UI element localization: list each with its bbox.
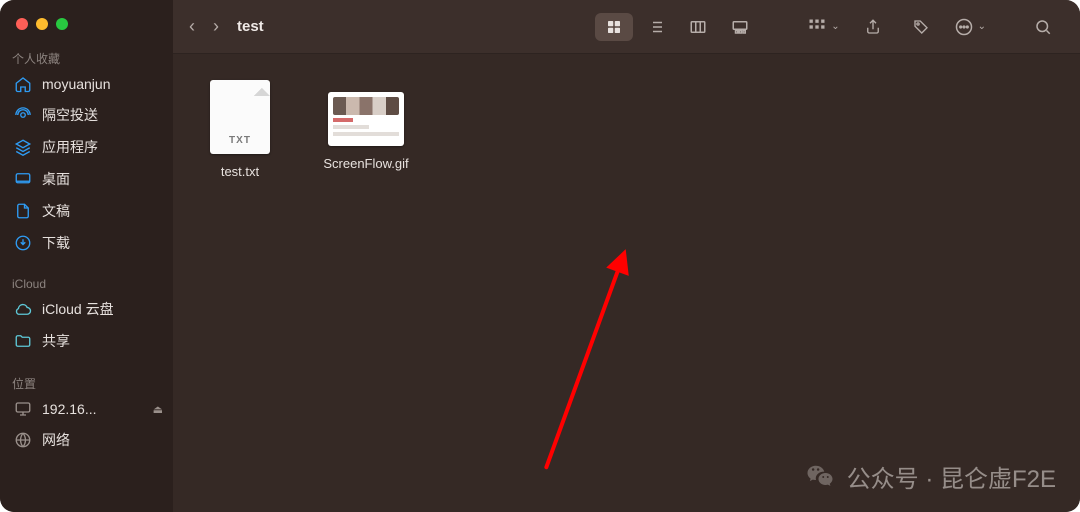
sidebar-item-label: 192.16... [42, 401, 97, 417]
sidebar-item-airdrop[interactable]: 隔空投送 [0, 99, 173, 131]
close-window-button[interactable] [16, 18, 28, 30]
view-gallery-button[interactable] [721, 13, 759, 41]
monitor-icon [14, 400, 32, 418]
file-type-badge: TXT [210, 135, 270, 146]
view-icon-button[interactable] [595, 13, 633, 41]
chevron-down-icon: ⌄ [978, 21, 986, 32]
tags-button[interactable] [902, 13, 940, 41]
view-column-button[interactable] [679, 13, 717, 41]
annotation-arrow [544, 252, 626, 469]
finder-window: 个人收藏 moyuanjun 隔空投送 应用程序 桌面 文稿 下载 iCloud [0, 0, 1080, 512]
sidebar-item-network[interactable]: 网络 [0, 424, 173, 456]
sidebar-item-label: 网络 [42, 430, 70, 450]
chevron-down-icon: ⌄ [831, 21, 839, 32]
sidebar-item-label: iCloud 云盘 [42, 299, 114, 319]
file-name-label: test.txt [221, 164, 259, 179]
action-menu-button[interactable]: ⌄ [950, 17, 990, 37]
home-icon [14, 75, 32, 93]
sidebar-item-label: 文稿 [42, 201, 70, 221]
sidebar-item-label: 共享 [42, 331, 70, 351]
watermark: 公众号 · 昆仑虚F2E [805, 459, 1056, 494]
desktop-icon [14, 170, 32, 188]
file-item-txt[interactable]: TXT test.txt [195, 80, 285, 179]
sidebar-item-server[interactable]: 192.16... ⏏ [0, 394, 173, 424]
airdrop-icon [14, 106, 32, 124]
watermark-text: 公众号 · 昆仑虚F2E [847, 459, 1056, 494]
grid-small-icon [807, 17, 827, 37]
sidebar-item-label: 应用程序 [42, 137, 98, 157]
sidebar-item-shared[interactable]: 共享 [0, 325, 173, 357]
apps-icon [14, 138, 32, 156]
eject-icon[interactable]: ⏏ [153, 403, 163, 416]
sidebar-item-documents[interactable]: 文稿 [0, 195, 173, 227]
minimize-window-button[interactable] [36, 18, 48, 30]
share-button[interactable] [854, 13, 892, 41]
txt-file-icon: TXT [210, 80, 270, 154]
sidebar-item-label: 下载 [42, 233, 70, 253]
sidebar-item-label: 桌面 [42, 169, 70, 189]
view-mode-group [593, 11, 761, 43]
download-icon [14, 234, 32, 252]
sidebar-section-icloud: iCloud [0, 271, 173, 293]
sidebar-item-icloud-drive[interactable]: iCloud 云盘 [0, 293, 173, 325]
back-button[interactable]: ‹ [189, 16, 195, 37]
file-browser[interactable]: TXT test.txt ScreenFlow.gif [173, 54, 1080, 512]
sidebar-item-applications[interactable]: 应用程序 [0, 131, 173, 163]
sidebar-item-label: 隔空投送 [42, 105, 98, 125]
cloud-icon [14, 300, 32, 318]
sidebar: 个人收藏 moyuanjun 隔空投送 应用程序 桌面 文稿 下载 iCloud [0, 0, 173, 512]
sidebar-item-desktop[interactable]: 桌面 [0, 163, 173, 195]
group-by-button[interactable]: ⌄ [803, 17, 843, 37]
doc-icon [14, 202, 32, 220]
file-name-label: ScreenFlow.gif [323, 156, 408, 171]
globe-icon [14, 431, 32, 449]
sidebar-item-downloads[interactable]: 下载 [0, 227, 173, 259]
ellipsis-circle-icon [954, 17, 974, 37]
view-list-button[interactable] [637, 13, 675, 41]
sidebar-section-favorites: 个人收藏 [0, 44, 173, 69]
sidebar-section-locations: 位置 [0, 369, 173, 394]
gif-file-icon [328, 92, 404, 146]
wechat-icon [805, 462, 835, 492]
shared-folder-icon [14, 332, 32, 350]
main-area: ‹ › test ⌄ ⌄ [173, 0, 1080, 512]
nav-arrows: ‹ › [183, 16, 219, 37]
search-button[interactable] [1024, 13, 1062, 41]
window-controls [0, 10, 173, 44]
forward-button[interactable]: › [213, 16, 219, 37]
sidebar-item-home[interactable]: moyuanjun [0, 69, 173, 99]
zoom-window-button[interactable] [56, 18, 68, 30]
toolbar: ‹ › test ⌄ ⌄ [173, 0, 1080, 54]
sidebar-item-label: moyuanjun [42, 76, 111, 92]
file-item-gif[interactable]: ScreenFlow.gif [321, 80, 411, 171]
window-title: test [237, 18, 264, 35]
